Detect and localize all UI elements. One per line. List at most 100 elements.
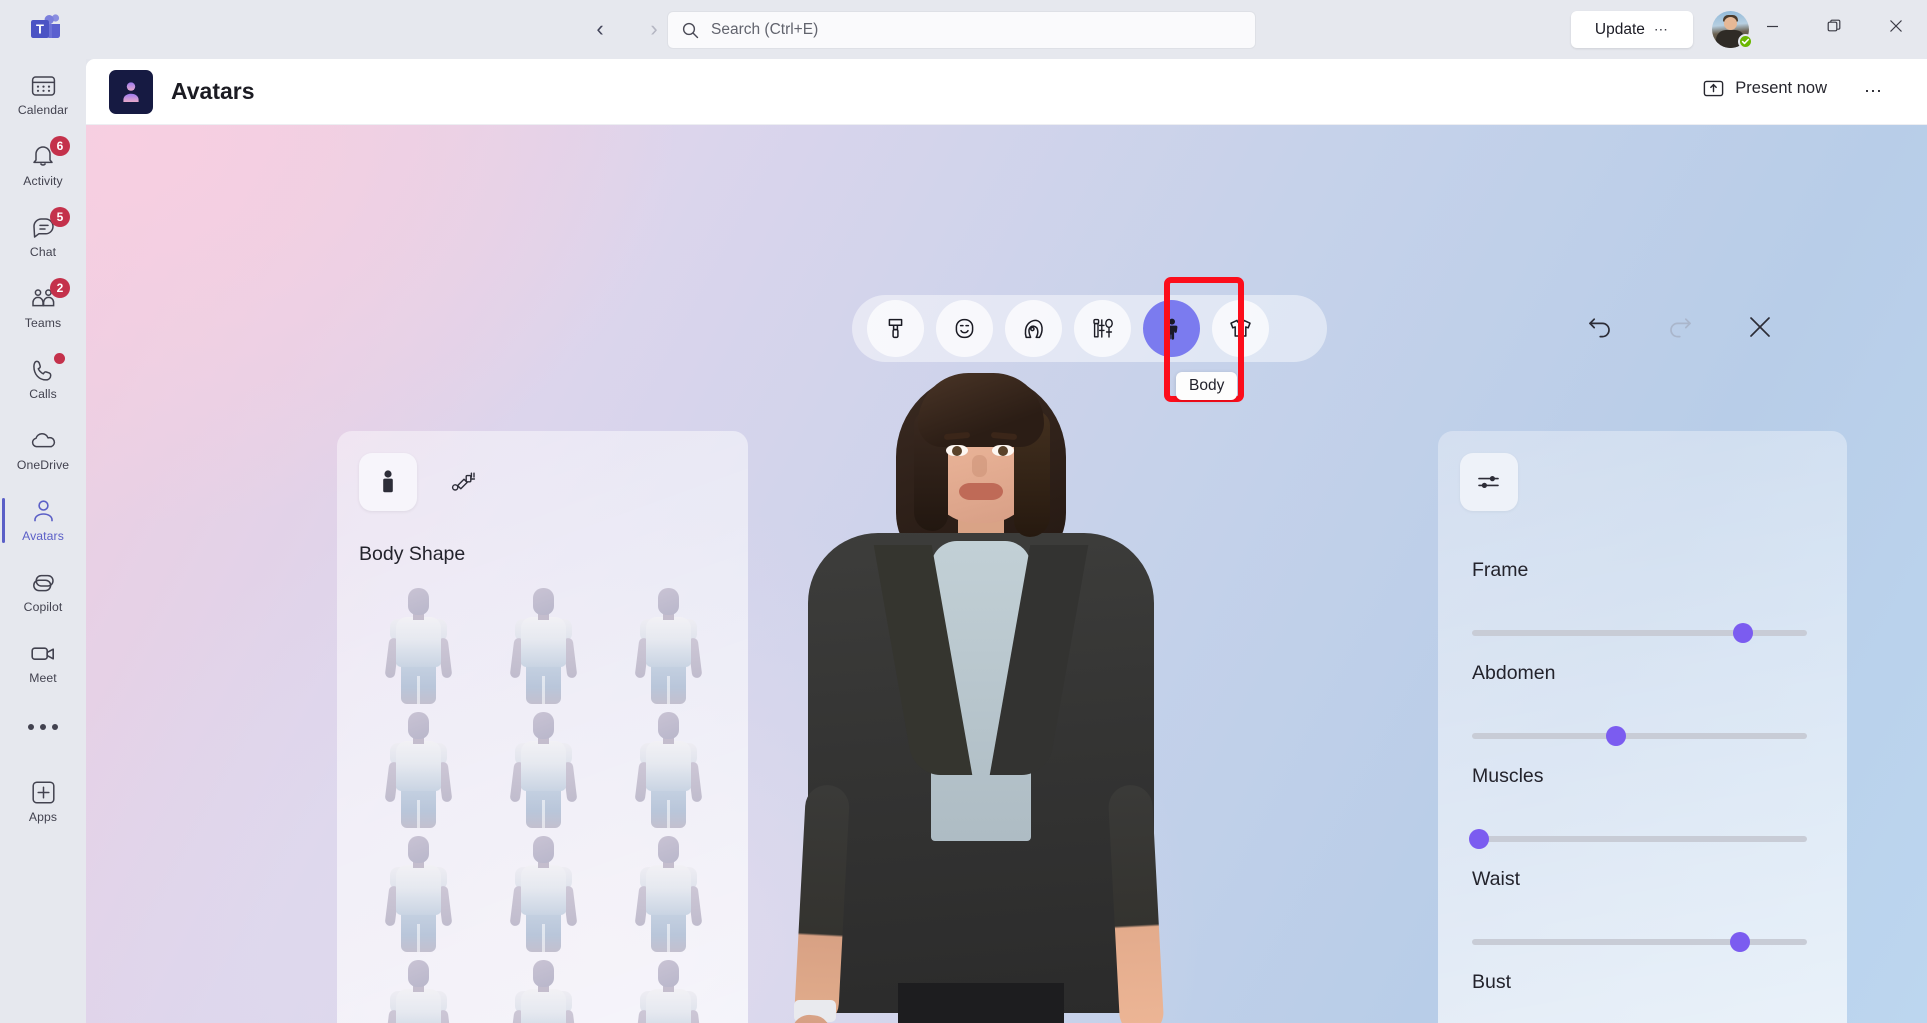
redo-button[interactable] — [1663, 310, 1697, 344]
update-button[interactable]: Update ⋯ — [1571, 11, 1693, 48]
avatar-eye-left — [946, 445, 968, 456]
body-shape-thumbnail — [375, 710, 461, 828]
slider-thumb[interactable] — [1468, 829, 1489, 849]
tab-body-sliders[interactable] — [1460, 453, 1518, 511]
category-makeup-button[interactable] — [1074, 300, 1131, 357]
header-more-options-button[interactable]: ⋯ — [1864, 81, 1883, 102]
sidebar-item-onedrive[interactable]: OneDrive — [0, 414, 86, 485]
search-input[interactable]: Search (Ctrl+E) — [711, 21, 818, 39]
body-shape-option[interactable] — [355, 586, 480, 710]
slider-track[interactable] — [1468, 829, 1807, 849]
teams-window: T ‹ › Search (Ctrl+E) Update ⋯ Calendar … — [0, 0, 1927, 1023]
body-silhouette-icon — [377, 469, 399, 495]
body-shape-thumbnail — [625, 586, 711, 704]
search-bar[interactable]: Search (Ctrl+E) — [668, 12, 1255, 48]
slider-row: Bust — [1438, 971, 1847, 1023]
slider-thumb[interactable] — [1730, 932, 1750, 952]
body-shape-thumbnail — [625, 834, 711, 952]
body-shape-thumbnail — [500, 834, 586, 952]
hair-icon — [1022, 317, 1046, 340]
more-apps-button[interactable] — [0, 698, 86, 756]
sidebar-item-label: Calls — [29, 387, 57, 401]
body-shape-option[interactable] — [605, 586, 730, 710]
slider-track[interactable] — [1472, 726, 1807, 746]
body-shape-option[interactable] — [355, 834, 480, 958]
body-shape-option[interactable] — [480, 586, 605, 710]
body-shape-option[interactable] — [355, 710, 480, 834]
calendar-icon — [28, 72, 58, 99]
sidebar-item-activity[interactable]: 6 Activity — [0, 130, 86, 201]
activity-badge-count: 6 — [50, 136, 70, 156]
forward-button[interactable]: › — [637, 12, 671, 46]
slider-label: Frame — [1472, 559, 1529, 581]
tab-prosthetics[interactable] — [435, 453, 493, 511]
avatar-skirt — [898, 983, 1064, 1023]
teams-badge-count: 2 — [50, 278, 70, 298]
undo-button[interactable] — [1583, 310, 1617, 344]
sidebar-item-avatars[interactable]: Avatars — [0, 485, 86, 556]
sidebar-item-label: Calendar — [17, 103, 69, 117]
body-shape-heading: Body Shape — [359, 543, 466, 565]
body-shape-option[interactable] — [605, 958, 730, 1023]
navigation-buttons: ‹ › — [583, 12, 671, 46]
microsoft-teams-logo-icon: T — [28, 12, 64, 46]
sidebar-item-apps[interactable]: Apps — [0, 766, 86, 837]
sidebar-item-label: Chat — [29, 245, 57, 259]
svg-text:T: T — [36, 22, 44, 37]
slider-label: Waist — [1472, 868, 1521, 890]
slider-label: Bust — [1472, 971, 1512, 993]
body-shape-thumbnail — [375, 586, 461, 704]
stage-actions — [1583, 310, 1777, 344]
category-style-button[interactable] — [867, 300, 924, 357]
sidebar-item-label: OneDrive — [16, 458, 70, 472]
avatar-preview[interactable] — [786, 355, 1176, 1023]
sidebar-item-calendar[interactable]: Calendar — [0, 59, 86, 130]
body-shape-option[interactable] — [605, 710, 730, 834]
sidebar-item-chat[interactable]: 5 Chat — [0, 201, 86, 272]
sidebar-item-teams[interactable]: 2 Teams — [0, 272, 86, 343]
copilot-icon — [28, 569, 58, 596]
body-shape-option[interactable] — [605, 834, 730, 958]
category-face-button[interactable] — [936, 300, 993, 357]
slider-track[interactable] — [1472, 623, 1807, 643]
video-icon — [28, 640, 58, 667]
slider-label: Muscles — [1472, 765, 1544, 787]
calls-badge-dot — [54, 353, 65, 364]
category-body-button[interactable] — [1143, 300, 1200, 357]
back-button[interactable]: ‹ — [583, 12, 617, 46]
slider-thumb[interactable] — [1606, 726, 1627, 746]
slider-row: Waist — [1438, 868, 1847, 971]
slider-thumb[interactable] — [1733, 623, 1754, 643]
slider-row: Abdomen — [1438, 662, 1847, 765]
share-screen-icon — [1703, 79, 1724, 98]
slider-row: Frame — [1438, 559, 1847, 662]
body-sliders-panel: Frame Abdomen Muscles Waist Bust — [1438, 431, 1847, 1023]
makeup-icon — [1091, 317, 1115, 340]
maximize-button[interactable] — [1803, 0, 1865, 52]
sidebar-item-copilot[interactable]: Copilot — [0, 556, 86, 627]
title-bar: T ‹ › Search (Ctrl+E) Update ⋯ — [0, 0, 1927, 59]
tab-body-shape[interactable] — [359, 453, 417, 511]
present-now-label: Present now — [1735, 79, 1827, 97]
body-shape-option[interactable] — [480, 834, 605, 958]
sidebar-item-meet[interactable]: Meet — [0, 627, 86, 698]
sidebar-item-calls[interactable]: Calls — [0, 343, 86, 414]
body-icon — [1160, 317, 1184, 341]
window-controls — [1741, 0, 1927, 52]
slider-track[interactable] — [1472, 932, 1807, 952]
minimize-button[interactable] — [1741, 0, 1803, 52]
body-shape-option[interactable] — [480, 710, 605, 834]
present-now-button[interactable]: Present now — [1703, 79, 1827, 98]
update-more-icon[interactable]: ⋯ — [1654, 21, 1669, 38]
cloud-icon — [28, 427, 58, 454]
undo-icon — [1585, 313, 1615, 341]
body-shape-option[interactable] — [355, 958, 480, 1023]
category-clothing-button[interactable] — [1212, 300, 1269, 357]
body-shape-option[interactable] — [480, 958, 605, 1023]
close-icon — [1747, 314, 1773, 340]
sidebar-item-label: Copilot — [23, 600, 63, 614]
sidebar-item-label: Avatars — [22, 529, 64, 543]
close-button[interactable] — [1865, 0, 1927, 52]
category-hair-button[interactable] — [1005, 300, 1062, 357]
close-studio-button[interactable] — [1743, 310, 1777, 344]
